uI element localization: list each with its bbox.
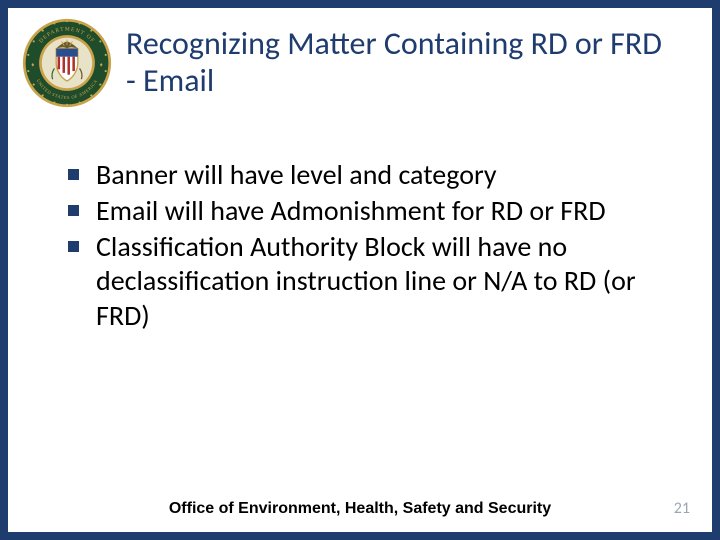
list-item: Classification Authority Block will have…: [62, 230, 652, 332]
page-number: 21: [674, 499, 690, 518]
footer-text: Office of Environment, Health, Safety an…: [8, 500, 712, 518]
slide-header: DEPARTMENT OF UNITED STATES OF AMERICA: [8, 8, 712, 108]
slide-body: Banner will have level and category Emai…: [8, 108, 712, 333]
list-item: Email will have Admonishment for RD or F…: [62, 194, 652, 228]
list-item: Banner will have level and category: [62, 158, 652, 192]
slide-title: Recognizing Matter Containing RD or FRD …: [126, 26, 672, 100]
bullet-list: Banner will have level and category Emai…: [62, 158, 652, 333]
doe-seal-icon: DEPARTMENT OF UNITED STATES OF AMERICA: [22, 18, 112, 108]
slide: DEPARTMENT OF UNITED STATES OF AMERICA: [0, 0, 720, 540]
